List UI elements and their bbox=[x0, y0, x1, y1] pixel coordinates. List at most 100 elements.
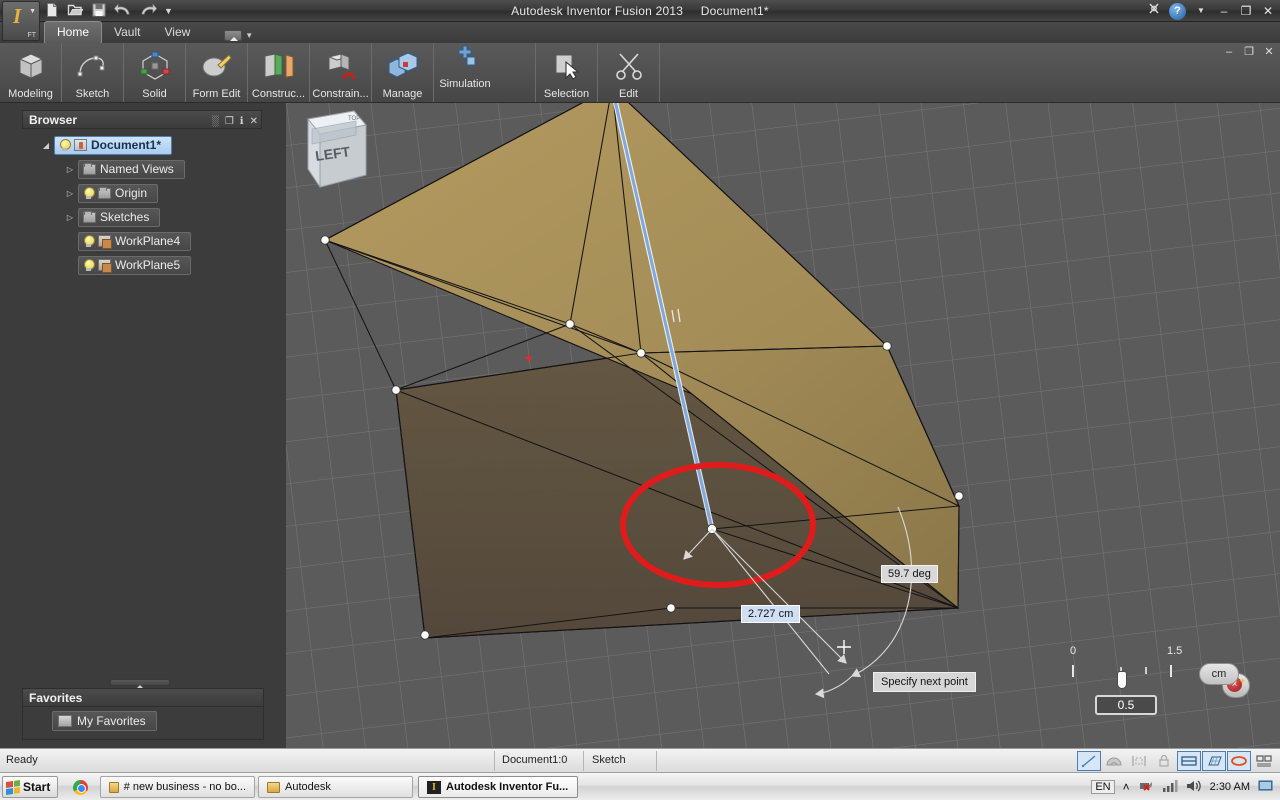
tree-item-workplane4[interactable]: WorkPlane4 bbox=[78, 231, 192, 251]
ribbon-button-edit[interactable]: Edit bbox=[598, 43, 660, 102]
orbit-mode-toggle[interactable] bbox=[1227, 751, 1251, 771]
ribbon-button-modeling[interactable]: Modeling bbox=[0, 43, 62, 102]
visibility-bulb-icon[interactable] bbox=[83, 235, 95, 247]
taskbar-button-inventor[interactable]: I Autodesk Inventor Fu... bbox=[418, 776, 578, 798]
ribbon-button-sketch[interactable]: Sketch bbox=[62, 43, 124, 102]
tree-row-named-views[interactable]: ▷ Named Views bbox=[30, 157, 265, 181]
help-dropdown-icon[interactable]: ▼ bbox=[1192, 2, 1210, 20]
tree-item-workplane5[interactable]: WorkPlane5 bbox=[78, 255, 192, 275]
ribbon-button-form-edit[interactable]: Form Edit bbox=[186, 43, 248, 102]
chevron-down-icon[interactable]: ▼ bbox=[29, 8, 36, 15]
browser-filter-icon[interactable]: ░ bbox=[212, 113, 219, 131]
visibility-bulb-icon[interactable] bbox=[59, 139, 71, 151]
view-cube[interactable]: LEFT TOP bbox=[286, 103, 382, 195]
expand-arrow-icon[interactable]: ▷ bbox=[62, 165, 78, 174]
tab-view[interactable]: View bbox=[152, 22, 202, 43]
taskbar-button-autodesk[interactable]: Autodesk bbox=[258, 776, 413, 798]
browser-info-icon[interactable]: ℹ bbox=[240, 113, 244, 131]
expand-arrow-icon[interactable]: ◢ bbox=[38, 141, 54, 150]
ribbon-label: Sketch bbox=[75, 88, 110, 100]
scale-slider-handle[interactable] bbox=[1117, 671, 1127, 689]
visibility-bulb-icon[interactable] bbox=[83, 259, 95, 271]
shaded-toggle[interactable] bbox=[1102, 751, 1126, 771]
ribbon-button-selection[interactable]: Selection bbox=[536, 43, 598, 102]
browser-close-icon[interactable]: ✕ bbox=[250, 113, 258, 131]
redo-icon[interactable] bbox=[139, 3, 157, 20]
ribbon-button-construction[interactable]: Construc... bbox=[248, 43, 310, 102]
scale-unit-button[interactable]: cm bbox=[1199, 663, 1239, 685]
viewport-3d[interactable]: LEFT TOP × bbox=[286, 103, 1280, 748]
network-error-icon[interactable] bbox=[1138, 779, 1154, 796]
browser-layers-icon[interactable]: ❐ bbox=[225, 113, 234, 131]
ribbon-minimize-button[interactable]: – bbox=[1222, 46, 1236, 58]
tab-vault[interactable]: Vault bbox=[102, 22, 152, 43]
constraint-magnet-icon bbox=[310, 43, 371, 88]
window-close-button[interactable]: ✕ bbox=[1260, 4, 1276, 18]
ribbon-button-solid[interactable]: Solid bbox=[124, 43, 186, 102]
ribbon-button-simulation[interactable]: Simulation bbox=[434, 43, 496, 102]
start-button[interactable]: Start bbox=[2, 776, 59, 798]
expand-arrow-icon[interactable]: ▷ bbox=[62, 213, 78, 222]
tree-row-workplane4[interactable]: WorkPlane4 bbox=[30, 229, 265, 253]
application-window: Autodesk Inventor Fusion 2013 Document1*… bbox=[0, 0, 1280, 800]
ribbon-label: Selection bbox=[543, 88, 590, 100]
dimension-length-label[interactable]: 2.727 cm bbox=[741, 605, 801, 623]
ribbon-restore-button[interactable]: ❐ bbox=[1242, 45, 1256, 58]
help-icon[interactable]: ? bbox=[1169, 2, 1186, 20]
scale-widget[interactable]: 0 1.5 cm 0.5 bbox=[1070, 645, 1270, 725]
tree-item-label: Document1* bbox=[91, 138, 162, 152]
ribbon-selection-dropdown[interactable]: ▼ bbox=[224, 30, 253, 41]
qat-dropdown-icon[interactable]: ▼ bbox=[164, 6, 173, 16]
ribbon-tabs: Home Vault View ▼ bbox=[44, 21, 253, 43]
favorites-item-my-favorites[interactable]: My Favorites bbox=[52, 711, 157, 731]
system-clock[interactable]: 2:30 AM bbox=[1210, 781, 1250, 793]
tray-expand-icon[interactable]: ˄ bbox=[1123, 780, 1130, 794]
display-mode-toggle[interactable] bbox=[1252, 751, 1276, 771]
tree-item-sketches[interactable]: Sketches bbox=[78, 207, 161, 227]
chevron-down-icon[interactable]: ▼ bbox=[245, 31, 253, 40]
workplane-icon bbox=[98, 235, 112, 249]
ribbon-button-constraints[interactable]: Constrain... bbox=[310, 43, 372, 102]
ribbon-close-button[interactable]: ✕ bbox=[1262, 45, 1276, 58]
taskbar-button-chrome[interactable] bbox=[66, 776, 94, 798]
signin-person-icon[interactable] bbox=[1145, 2, 1163, 20]
taskbar-button-label: Autodesk Inventor Fu... bbox=[446, 781, 569, 793]
show-desktop-button[interactable] bbox=[1258, 779, 1274, 796]
ribbon-button-manage[interactable]: Manage bbox=[372, 43, 434, 102]
panel-splitter-handle[interactable] bbox=[110, 679, 170, 689]
language-indicator[interactable]: EN bbox=[1091, 780, 1115, 794]
open-file-icon[interactable] bbox=[67, 2, 84, 21]
new-file-icon[interactable] bbox=[44, 2, 60, 21]
grid-display-toggle[interactable] bbox=[1202, 751, 1226, 771]
signal-bars-icon[interactable] bbox=[1162, 779, 1178, 796]
tree-item-document1[interactable]: Document1* bbox=[54, 135, 173, 155]
application-menu-button[interactable]: I FT ▼ bbox=[2, 1, 40, 41]
workplane-toggle[interactable] bbox=[1177, 751, 1201, 771]
window-restore-button[interactable]: ❐ bbox=[1238, 4, 1254, 18]
snap-grid-toggle[interactable] bbox=[1077, 751, 1101, 771]
scale-value-input[interactable]: 0.5 bbox=[1095, 695, 1157, 715]
tab-home[interactable]: Home bbox=[44, 21, 103, 43]
status-divider bbox=[656, 751, 657, 771]
window-minimize-button[interactable]: – bbox=[1216, 4, 1232, 18]
expand-arrow-icon[interactable]: ▷ bbox=[62, 189, 78, 198]
taskbar-button-label: # new business - no bo... bbox=[123, 781, 246, 793]
tree-item-label: WorkPlane5 bbox=[115, 258, 181, 272]
taskbar-button-new-business[interactable]: # new business - no bo... bbox=[100, 776, 255, 798]
undo-icon[interactable] bbox=[114, 3, 132, 20]
tree-item-origin[interactable]: Origin bbox=[78, 183, 159, 203]
cube-icon bbox=[0, 43, 61, 88]
dimension-angle-label[interactable]: 59.7 deg bbox=[881, 565, 938, 583]
tree-item-named-views[interactable]: Named Views bbox=[78, 159, 185, 179]
selection-box-icon bbox=[224, 30, 243, 41]
status-toggle-group bbox=[1077, 751, 1276, 771]
lock-toggle[interactable] bbox=[1152, 751, 1176, 771]
visibility-bulb-icon[interactable] bbox=[83, 187, 95, 199]
volume-icon[interactable] bbox=[1186, 779, 1202, 796]
measure-toggle[interactable] bbox=[1127, 751, 1151, 771]
tree-row-workplane5[interactable]: WorkPlane5 bbox=[30, 253, 265, 277]
tree-row-sketches[interactable]: ▷ Sketches bbox=[30, 205, 265, 229]
tree-row-origin[interactable]: ▷ Origin bbox=[30, 181, 265, 205]
tree-row-document[interactable]: ◢ Document1* bbox=[30, 133, 265, 157]
save-icon[interactable] bbox=[91, 2, 107, 21]
